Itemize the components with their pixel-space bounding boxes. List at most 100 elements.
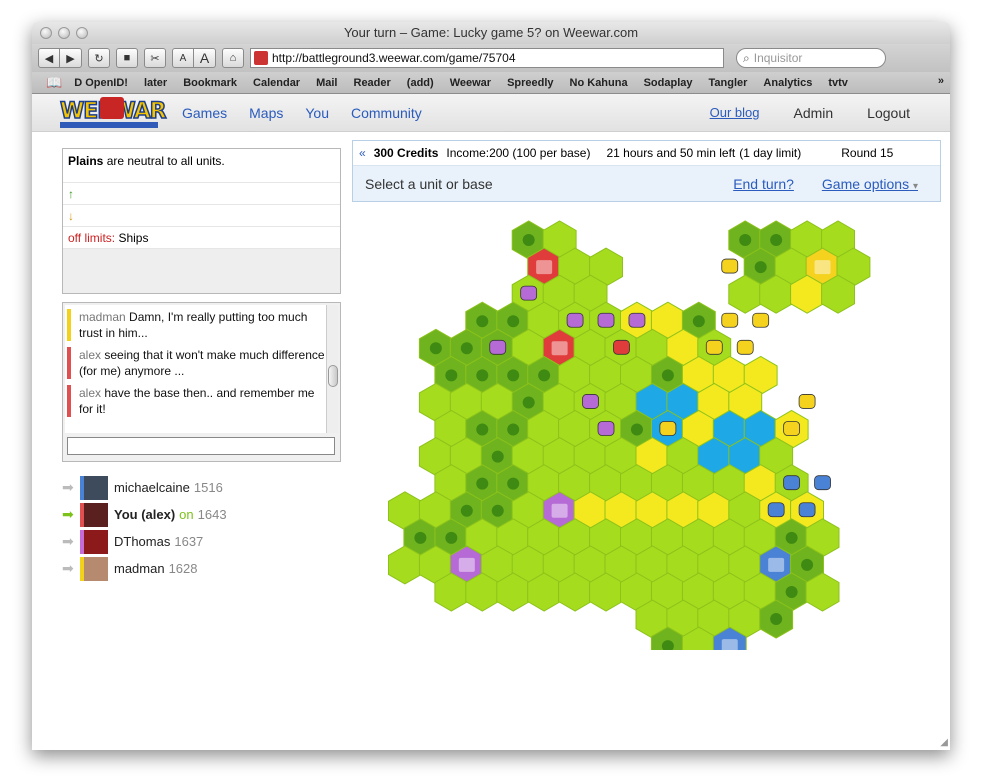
scissors-icon: ✂ [150,52,160,65]
player-row[interactable]: ➡ michaelcaine 1516 [62,474,227,501]
title-bar: Your turn – Game: Lucky game 5? on Weewa… [32,22,950,44]
scroll-thumb[interactable] [328,365,338,387]
game-stats: « 300 Credits Income:200 (100 per base) … [353,141,940,166]
weewar-logo[interactable]: WEEWAR [59,96,167,129]
forest-icon [476,477,489,490]
bookmark-item[interactable]: Mail [316,77,337,89]
our-blog-link[interactable]: Our blog [710,105,760,121]
forest-icon [460,504,473,517]
address-bar[interactable]: http://battleground3.weewar.com/game/757… [250,48,724,68]
unit-icon[interactable] [628,312,646,328]
chat-input[interactable] [67,437,335,455]
lock-button[interactable]: ■ [116,48,138,68]
home-icon: ⌂ [229,52,237,64]
bookmark-item[interactable]: Reader [354,77,391,89]
forest-icon [445,531,458,544]
unit-icon[interactable] [721,312,739,328]
unit-icon[interactable] [814,475,831,491]
base-icon [768,557,785,572]
unit-icon[interactable] [520,285,538,301]
selection-prompt: Select a unit or base [365,176,493,192]
nav-you[interactable]: You [305,105,329,121]
avatar [80,475,108,500]
bookmark-item[interactable]: Tangler [709,77,748,89]
end-turn-link[interactable]: End turn? [733,176,794,192]
unit-icon[interactable] [597,312,615,328]
bookmark-item[interactable]: (add) [407,77,434,89]
bookmark-item[interactable]: Sodaplay [644,77,693,89]
unit-icon[interactable] [783,421,801,436]
bookmark-item[interactable]: D OpenID! [74,77,128,89]
forest-icon [476,423,489,436]
unit-icon[interactable] [798,394,816,409]
income: Income:200 (100 per base) [446,146,591,160]
unit-icon[interactable] [659,421,677,436]
player-row[interactable]: ➡ madman 1628 [62,555,227,582]
search-field[interactable]: ⌕ Inquisitor [736,48,886,68]
unit-icon[interactable] [798,502,816,518]
unit-icon[interactable] [705,339,723,355]
time-left: 21 hours and 50 min left [606,146,736,160]
bookmark-item[interactable]: later [144,77,167,89]
unit-icon[interactable] [597,421,615,436]
bookmark-item[interactable]: Calendar [253,77,300,89]
nav-games[interactable]: Games [182,105,227,121]
bookmark-item[interactable]: Spreedly [507,77,553,89]
tank-icon [100,96,124,119]
game-map[interactable] [352,210,941,650]
player-score: 1637 [174,534,204,549]
unit-icon[interactable] [613,339,630,355]
unit-icon[interactable] [489,339,507,355]
text-smaller-button[interactable]: A [172,48,194,68]
back-button[interactable]: ◀ [38,48,60,68]
unit-icon[interactable] [752,312,770,328]
resize-grip-icon[interactable]: ◢ [940,737,948,748]
avatar [80,556,108,581]
unit-icon[interactable] [721,258,739,274]
reload-button[interactable]: ↻ [88,48,110,68]
bookmark-item[interactable]: tvtv [828,77,848,89]
logout-link[interactable]: Logout [867,105,910,121]
player-name[interactable]: madman [114,561,165,576]
text-bigger-button[interactable]: A [194,48,216,68]
unit-icon[interactable] [767,502,785,518]
player-row[interactable]: ➡ You (alex) on 1643 [62,501,227,528]
base-icon [551,503,568,518]
forest-icon [491,504,504,517]
home-button[interactable]: ⌂ [222,48,244,68]
bookmark-item[interactable]: Analytics [763,77,812,89]
bookmark-item[interactable]: No Kahuna [570,77,628,89]
minimize-window-button[interactable] [58,27,70,39]
bookmark-item[interactable]: Bookmark [183,77,237,89]
nav-maps[interactable]: Maps [249,105,283,121]
forward-button[interactable]: ▶ [60,48,82,68]
snippet-button[interactable]: ✂ [144,48,166,68]
collapse-toggle[interactable]: « [359,146,366,160]
chat-panel: madman Damn, I'm really putting too much… [62,302,341,462]
nav-community[interactable]: Community [351,105,422,121]
online-label: on [179,507,194,522]
unit-icon[interactable] [783,475,801,491]
more-bookmarks-icon[interactable]: » [938,75,944,87]
bookmark-item[interactable]: Weewar [450,77,491,89]
player-name[interactable]: michaelcaine [114,480,190,495]
chat-scrollbar[interactable] [326,305,338,433]
admin-link[interactable]: Admin [793,105,833,121]
chat-text: have the base then.. and remember me for… [79,386,315,416]
site-header: WEEWAR Games Maps You Community Our blog… [32,94,950,132]
zoom-window-button[interactable] [76,27,88,39]
search-placeholder: Inquisitor [753,51,803,65]
bookmarks-book-icon[interactable]: 📖 [46,75,62,91]
player-name[interactable]: DThomas [114,534,170,549]
unit-icon[interactable] [582,394,599,409]
close-window-button[interactable] [40,27,52,39]
player-name[interactable]: You (alex) [114,507,175,522]
forest-icon [445,369,458,382]
unit-icon[interactable] [736,339,754,355]
player-row[interactable]: ➡ DThomas 1637 [62,528,227,555]
page-content: Plains are neutral to all units. ↑ ↓ off… [32,132,950,732]
game-options-link[interactable]: Game options ▾ [822,176,918,192]
unit-icon[interactable] [566,312,584,328]
forest-icon [754,261,767,274]
round: Round 15 [841,146,894,160]
